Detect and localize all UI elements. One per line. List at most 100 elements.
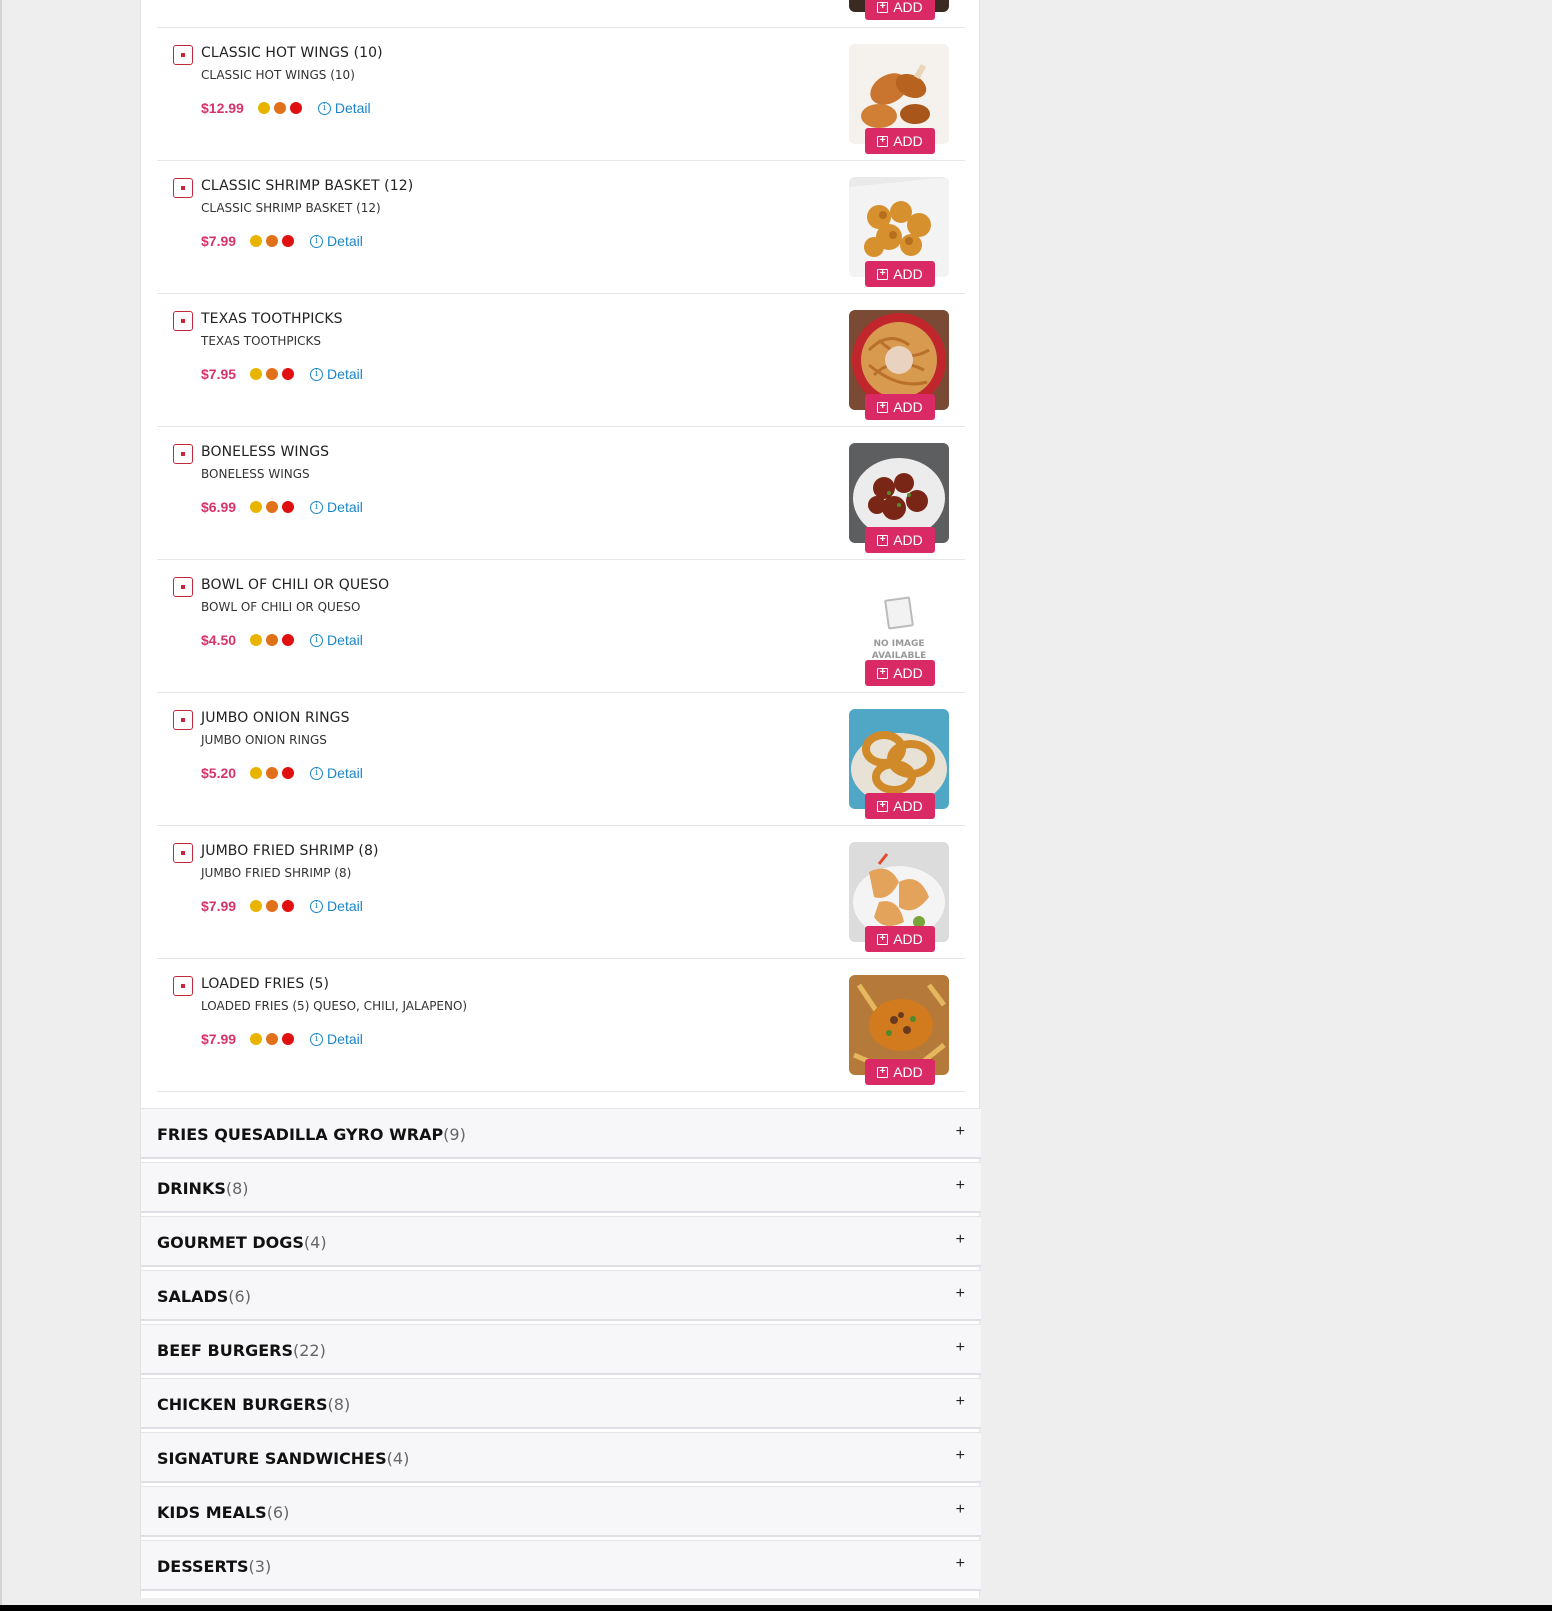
previous-item-add-button[interactable]: + ADD <box>865 0 935 20</box>
spice-dot-orange <box>266 368 279 380</box>
category-header-chicken-burgers[interactable]: CHICKEN BURGERS(8) + <box>141 1378 981 1429</box>
nonveg-mark-icon <box>173 311 193 331</box>
spice-dot-orange <box>266 235 279 247</box>
category-name: CHICKEN BURGERS <box>157 1395 328 1414</box>
detail-link[interactable]: i Detail <box>310 632 363 648</box>
spice-dot-red <box>282 900 295 912</box>
detail-label: Detail <box>327 632 363 648</box>
item-name: BONELESS WINGS <box>201 444 330 460</box>
category-count: (3) <box>248 1557 272 1576</box>
detail-link[interactable]: i Detail <box>310 765 363 781</box>
spice-dot-yellow <box>250 1033 263 1045</box>
spice-dot-orange <box>266 634 279 646</box>
detail-label: Detail <box>327 898 363 914</box>
nonveg-mark-icon <box>173 976 193 996</box>
expand-plus-icon: + <box>955 1393 965 1410</box>
plus-square-icon: + <box>877 135 889 147</box>
nonveg-mark-icon <box>173 843 193 863</box>
category-name: KIDS MEALS <box>157 1503 267 1522</box>
add-button[interactable]: + ADD <box>865 128 935 154</box>
detail-label: Detail <box>327 366 363 382</box>
add-button[interactable]: + ADD <box>865 926 935 952</box>
item-description: JUMBO ONION RINGS <box>201 733 327 747</box>
category-label: CHICKEN BURGERS(8) <box>157 1395 350 1414</box>
spice-dot-red <box>282 235 295 247</box>
category-header-gourmet-dogs[interactable]: GOURMET DOGS(4) + <box>141 1216 981 1267</box>
nonveg-mark-icon <box>173 444 193 464</box>
info-icon: i <box>310 1032 324 1046</box>
category-name: SALADS <box>157 1287 229 1306</box>
plus-square-icon: + <box>877 933 889 945</box>
info-icon: i <box>310 500 324 514</box>
add-button[interactable]: + ADD <box>865 793 935 819</box>
detail-link[interactable]: i Detail <box>310 366 363 382</box>
add-button[interactable]: + ADD <box>865 1059 935 1085</box>
bottom-bar <box>0 1605 1552 1611</box>
add-button[interactable]: + ADD <box>865 660 935 686</box>
expand-plus-icon: + <box>955 1177 965 1194</box>
price-row: $4.50 i Detail <box>201 632 363 648</box>
spice-dot-yellow <box>250 634 263 646</box>
menu-item-3: TEXAS TOOTHPICKS TEXAS TOOTHPICKS $7.95 … <box>157 294 965 427</box>
category-header-drinks[interactable]: DRINKS(8) + <box>141 1162 981 1213</box>
add-button[interactable]: + ADD <box>865 394 935 420</box>
item-price: $5.20 <box>201 765 237 781</box>
item-name: CLASSIC SHRIMP BASKET (12) <box>201 178 414 194</box>
expand-plus-icon: + <box>955 1285 965 1302</box>
info-icon: i <box>310 367 324 381</box>
detail-link[interactable]: i Detail <box>310 898 363 914</box>
spice-dot-red <box>282 368 295 380</box>
category-count: (8) <box>225 1179 249 1198</box>
category-label: SALADS(6) <box>157 1287 251 1306</box>
category-name: DESSERTS <box>157 1557 249 1576</box>
add-button-label: ADD <box>893 399 923 415</box>
category-label: DRINKS(8) <box>157 1179 249 1198</box>
menu-item-5: BOWL OF CHILI OR QUESO BOWL OF CHILI OR … <box>157 560 965 693</box>
image-placeholder-icon <box>884 596 914 630</box>
item-description: BONELESS WINGS <box>201 467 310 481</box>
category-header-salads[interactable]: SALADS(6) + <box>141 1270 981 1321</box>
item-price: $6.99 <box>201 499 237 515</box>
item-name: BOWL OF CHILI OR QUESO <box>201 577 390 593</box>
item-description: CLASSIC SHRIMP BASKET (12) <box>201 201 381 215</box>
price-row: $7.99 i Detail <box>201 233 363 249</box>
category-header-fries-quesadilla-gyro-wrap[interactable]: FRIES QUESADILLA GYRO WRAP(9) + <box>141 1108 981 1159</box>
item-name: LOADED FRIES (5) <box>201 976 330 992</box>
expand-plus-icon: + <box>955 1123 965 1140</box>
plus-square-icon: + <box>877 1066 889 1078</box>
detail-label: Detail <box>327 1031 363 1047</box>
category-count: (6) <box>228 1287 251 1306</box>
add-button[interactable]: + ADD <box>865 527 935 553</box>
price-row: $5.20 i Detail <box>201 765 363 781</box>
menu-item-7: JUMBO FRIED SHRIMP (8) JUMBO FRIED SHRIM… <box>157 826 965 959</box>
category-header-signature-sandwiches[interactable]: SIGNATURE SANDWICHES(4) + <box>141 1432 981 1483</box>
info-icon: i <box>317 101 331 115</box>
expand-plus-icon: + <box>955 1447 965 1464</box>
detail-link[interactable]: i Detail <box>317 100 371 116</box>
spice-level-icon <box>250 767 295 779</box>
spice-level-icon <box>250 1033 295 1045</box>
category-header-kids-meals[interactable]: KIDS MEALS(6) + <box>141 1486 981 1537</box>
nonveg-mark-icon <box>173 178 193 198</box>
detail-link[interactable]: i Detail <box>310 233 363 249</box>
category-header-desserts[interactable]: DESSERTS(3) + <box>141 1540 981 1591</box>
item-price: $4.50 <box>201 632 237 648</box>
spice-dot-yellow <box>250 235 263 247</box>
spice-dot-red <box>282 501 295 513</box>
item-price: $12.99 <box>201 100 244 116</box>
item-description: BOWL OF CHILI OR QUESO <box>201 600 361 614</box>
nonveg-mark-icon <box>173 577 193 597</box>
spice-dot-orange <box>266 900 279 912</box>
item-description: JUMBO FRIED SHRIMP (8) <box>201 866 352 880</box>
expand-plus-icon: + <box>955 1555 965 1572</box>
category-name: FRIES QUESADILLA GYRO WRAP <box>157 1125 444 1144</box>
menu-item-2: CLASSIC SHRIMP BASKET (12) CLASSIC SHRIM… <box>157 161 965 294</box>
item-description: CLASSIC HOT WINGS (10) <box>201 68 355 82</box>
category-header-beef-burgers[interactable]: BEEF BURGERS(22) + <box>141 1324 981 1375</box>
spice-level-icon <box>257 102 302 114</box>
detail-link[interactable]: i Detail <box>310 499 363 515</box>
category-count: (4) <box>303 1233 327 1252</box>
detail-link[interactable]: i Detail <box>310 1031 363 1047</box>
info-icon: i <box>310 234 324 248</box>
add-button[interactable]: + ADD <box>865 261 935 287</box>
